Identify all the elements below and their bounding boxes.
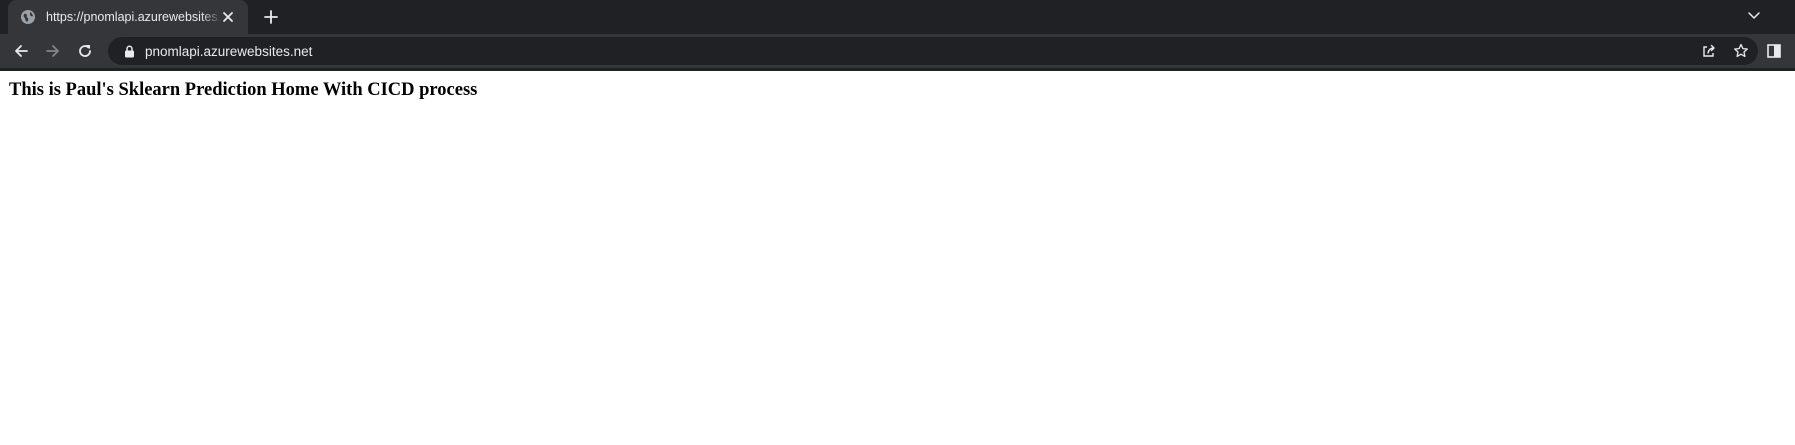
address-bar[interactable]: pnomlapi.azurewebsites.net xyxy=(108,37,1758,65)
tab-title: https://pnomlapi.azurewebsites.net/ xyxy=(46,10,222,24)
url-text[interactable]: pnomlapi.azurewebsites.net xyxy=(145,44,312,59)
close-tab-icon[interactable] xyxy=(220,9,236,25)
page-heading: This is Paul's Sklearn Prediction Home W… xyxy=(9,80,478,100)
share-icon[interactable] xyxy=(1700,42,1718,60)
toolbar: pnomlapi.azurewebsites.net xyxy=(0,34,1795,68)
lock-icon[interactable] xyxy=(122,44,136,58)
side-panel-icon xyxy=(1767,44,1781,58)
star-icon[interactable] xyxy=(1732,42,1750,60)
arrow-left-icon xyxy=(15,45,28,57)
plus-icon xyxy=(264,10,278,24)
reload-button[interactable] xyxy=(74,40,96,62)
side-panel-button[interactable] xyxy=(1763,40,1785,62)
browser-chrome: https://pnomlapi.azurewebsites.net/ xyxy=(0,0,1795,71)
tab-strip: https://pnomlapi.azurewebsites.net/ xyxy=(0,0,1795,34)
browser-tab[interactable]: https://pnomlapi.azurewebsites.net/ xyxy=(8,0,248,34)
tab-search-button[interactable] xyxy=(1743,5,1765,27)
reload-icon xyxy=(79,45,91,57)
globe-icon xyxy=(20,9,36,25)
new-tab-button[interactable] xyxy=(260,6,282,28)
page-content: This is Paul's Sklearn Prediction Home W… xyxy=(0,71,1795,445)
back-button[interactable] xyxy=(10,40,32,62)
forward-button[interactable] xyxy=(42,40,64,62)
chevron-down-icon xyxy=(1748,12,1760,20)
arrow-right-icon xyxy=(46,45,59,57)
